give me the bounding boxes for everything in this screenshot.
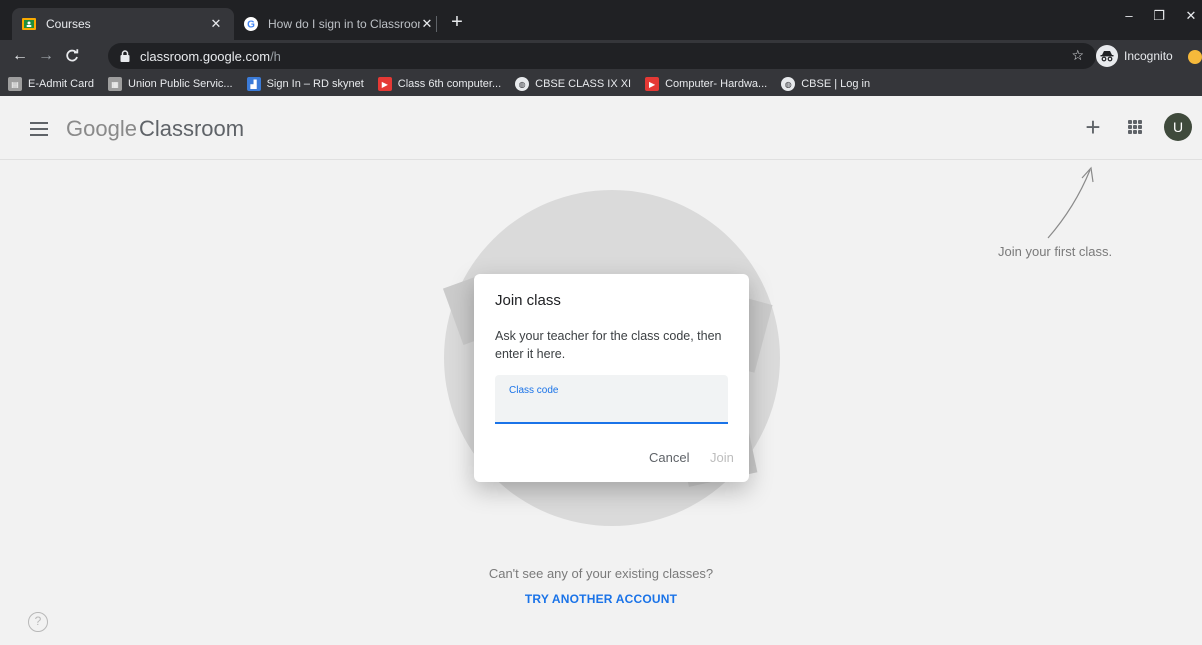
app-logo[interactable]: GoogleClassroom	[66, 116, 244, 142]
incognito-indicator[interactable]: Incognito	[1096, 45, 1173, 67]
help-icon[interactable]: ?	[28, 612, 48, 632]
dialog-title: Join class	[495, 292, 561, 309]
tab-help[interactable]: G How do I sign in to Classroom? - ✕	[234, 8, 444, 40]
class-code-field[interactable]: Class code	[495, 375, 728, 424]
tab-title: Courses	[46, 17, 91, 31]
join-button[interactable]: Join	[710, 450, 734, 465]
minimize-button[interactable]: –	[1114, 8, 1144, 28]
classroom-favicon-icon	[22, 17, 36, 31]
tab-courses[interactable]: Courses ✕	[12, 8, 234, 40]
dialog-description: Ask your teacher for the class code, the…	[495, 329, 722, 361]
globe-icon: ◍	[781, 77, 796, 91]
brand-product: Classroom	[138, 116, 245, 141]
globe-icon: ◍	[515, 77, 530, 91]
lock-icon	[120, 50, 130, 62]
document-icon: ▤	[8, 77, 22, 91]
bookmarks-bar: ▤ E-Admit Card ▦ Union Public Servic... ▟ S…	[0, 72, 1202, 96]
tab-strip: Courses ✕ G How do I sign in to Classroo…	[0, 0, 1202, 40]
window-close-button[interactable]: ✕	[1176, 8, 1202, 28]
app-bar: GoogleClassroom + U	[0, 96, 1202, 160]
hint-arrow-icon	[1047, 166, 1094, 239]
create-join-button[interactable]: +	[1080, 114, 1106, 140]
svg-text:G: G	[247, 20, 255, 31]
back-icon[interactable]: ←	[10, 46, 30, 66]
tab-separator	[436, 16, 437, 32]
class-code-label: Class code	[509, 385, 559, 396]
close-icon[interactable]: ✕	[420, 16, 434, 32]
bookmark-item[interactable]: ▤ E-Admit Card	[8, 77, 94, 91]
class-code-input[interactable]	[509, 397, 714, 417]
address-bar[interactable]: classroom.google.com/h ☆	[108, 43, 1096, 69]
forward-icon[interactable]: →	[36, 46, 56, 66]
url-path: /h	[270, 48, 281, 64]
building-icon: ▦	[108, 77, 123, 91]
incognito-label: Incognito	[1124, 49, 1173, 63]
restore-button[interactable]: ❐	[1144, 8, 1174, 28]
apps-grid-icon[interactable]	[1128, 120, 1142, 134]
close-icon[interactable]: ✕	[208, 16, 224, 32]
chart-icon: ▟	[246, 77, 261, 91]
incognito-icon	[1096, 45, 1118, 67]
google-favicon-icon: G	[244, 17, 258, 31]
bookmark-item[interactable]: ◍ CBSE | Log in	[781, 77, 870, 91]
bookmark-item[interactable]: ◍ CBSE CLASS IX XI	[515, 77, 631, 91]
join-hint: Join your first class.	[998, 244, 1113, 259]
youtube-icon: ▶	[377, 77, 392, 91]
profile-icon[interactable]	[1188, 50, 1202, 64]
tab-title: How do I sign in to Classroom? -	[268, 17, 420, 31]
cancel-button[interactable]: Cancel	[649, 450, 689, 465]
empty-message: Can't see any of your existing classes?	[488, 566, 714, 581]
menu-icon[interactable]	[30, 122, 48, 136]
reload-icon[interactable]	[62, 46, 82, 66]
youtube-icon: ▶	[645, 77, 660, 91]
bookmark-item[interactable]: ▟ Sign In – RD skynet	[246, 77, 364, 91]
join-class-dialog: Join class Ask your teacher for the clas…	[474, 274, 749, 482]
new-tab-button[interactable]: +	[446, 12, 468, 34]
url-domain: classroom.google.com	[140, 48, 271, 64]
bookmark-item[interactable]: ▶ Computer- Hardwa...	[645, 77, 767, 91]
bookmark-star-icon[interactable]: ☆	[1071, 47, 1084, 64]
browser-toolbar: ← → classroom.google.com/h ☆ Incognito	[0, 40, 1202, 72]
try-another-account-link[interactable]: TRY ANOTHER ACCOUNT	[0, 592, 1202, 606]
brand-google: Google	[66, 116, 137, 141]
avatar[interactable]: U	[1164, 113, 1192, 141]
bookmark-item[interactable]: ▦ Union Public Servic...	[108, 77, 233, 91]
bookmark-item[interactable]: ▶ Class 6th computer...	[377, 77, 501, 91]
